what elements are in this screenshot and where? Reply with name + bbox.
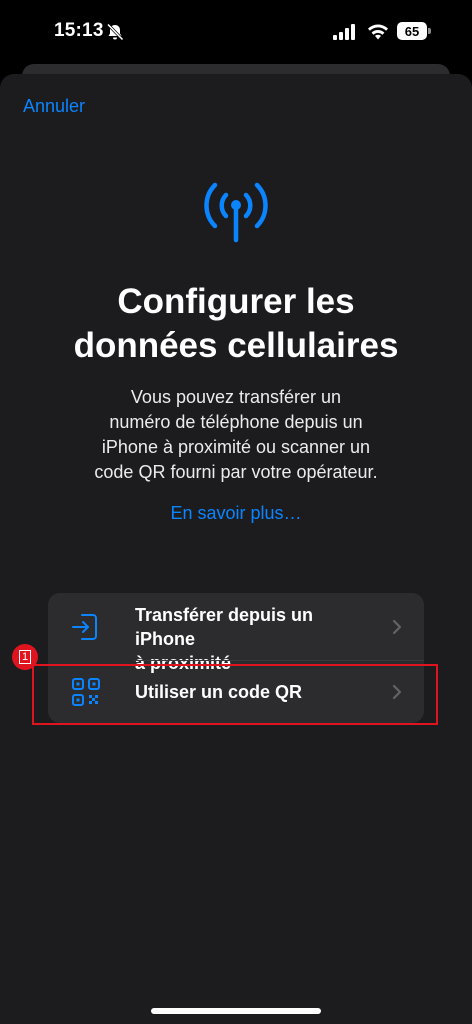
cellular-signal-icon: [333, 24, 355, 40]
status-time: 15:13: [54, 20, 104, 41]
battery-nub: [428, 28, 431, 34]
title-line-2: données cellulaires: [73, 326, 399, 365]
annotation-marker: 1: [12, 644, 38, 670]
silent-bell-icon: [106, 23, 124, 41]
description: Vous pouvez transférer un numéro de télé…: [76, 385, 396, 485]
annotation-marker-number: 1: [19, 650, 31, 664]
option-transfer-from-iphone[interactable]: Transférer depuis un iPhone à proximité: [48, 593, 424, 673]
chevron-right-icon: [392, 619, 402, 635]
wifi-icon: [368, 24, 388, 40]
annotation-highlight-box: [32, 664, 438, 725]
description-line-3: iPhone à proximité ou scanner un: [101, 437, 371, 457]
transfer-phone-icon: [72, 614, 97, 640]
description-line-1: Vous pouvez transférer un: [130, 387, 342, 407]
battery-indicator: 65: [397, 22, 427, 40]
home-indicator[interactable]: [151, 1008, 321, 1014]
cellular-antenna-icon: [204, 182, 268, 243]
page-title: Configurer les données cellulaires: [0, 280, 472, 368]
option-transfer-label-line-1: Transférer depuis un iPhone: [135, 605, 314, 649]
title-line-1: Configurer les: [117, 282, 355, 321]
learn-more-link[interactable]: En savoir plus…: [0, 503, 472, 524]
description-line-2: numéro de téléphone depuis un: [109, 412, 363, 432]
cancel-button[interactable]: Annuler: [23, 96, 85, 117]
status-bar: 15:13 65: [0, 0, 472, 64]
description-line-4: code QR fourni par votre opérateur.: [94, 462, 378, 482]
